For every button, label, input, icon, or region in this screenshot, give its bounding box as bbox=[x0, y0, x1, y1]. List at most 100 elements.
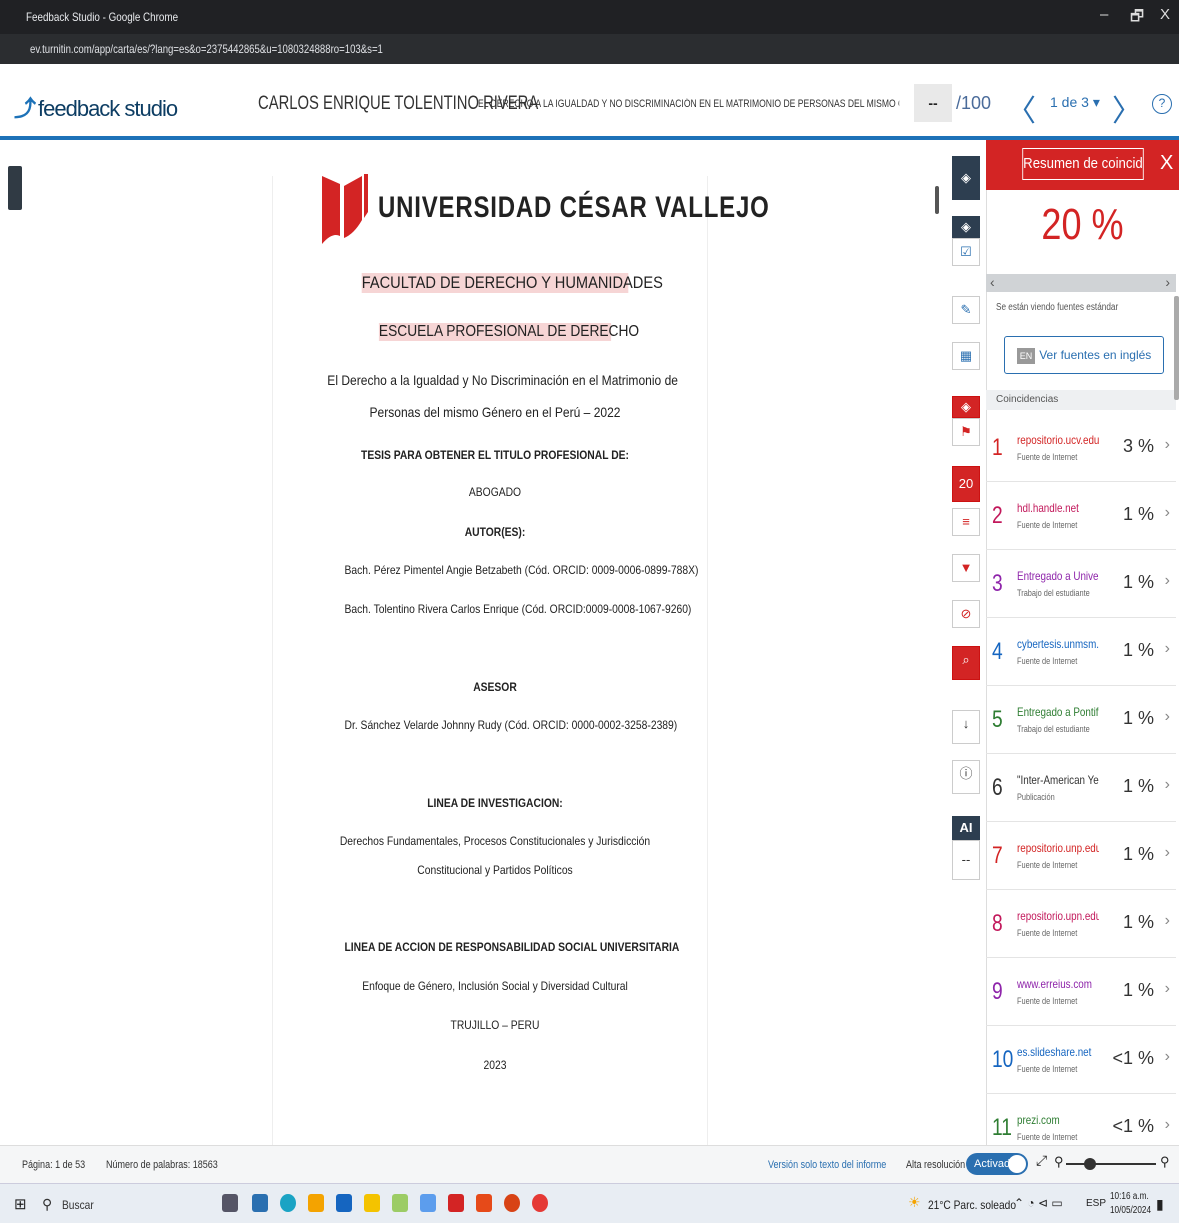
taskbar-search-icon[interactable]: ⚲ bbox=[42, 1196, 52, 1213]
chevron-right-icon[interactable]: › bbox=[1165, 708, 1170, 726]
chevron-right-icon[interactable]: › bbox=[1165, 274, 1170, 290]
english-sources-button[interactable]: EN Ver fuentes en inglés bbox=[1004, 336, 1164, 374]
layers-icon[interactable]: ◈ bbox=[952, 156, 980, 200]
match-source-name[interactable]: "Inter-American Yearbo... bbox=[1017, 773, 1099, 787]
info-icon[interactable]: ⓘ bbox=[952, 760, 980, 794]
powerpoint-icon[interactable] bbox=[504, 1194, 520, 1212]
chevron-left-icon[interactable]: ‹ bbox=[990, 274, 995, 290]
chevron-right-icon[interactable]: › bbox=[1165, 776, 1170, 794]
windows-start-icon[interactable]: ⊞ bbox=[14, 1195, 27, 1213]
minimize-button[interactable]: – bbox=[1100, 6, 1108, 23]
sort-icon[interactable]: ≡ bbox=[952, 508, 980, 536]
match-source-name[interactable]: Entregado a Pontificia ... bbox=[1017, 705, 1099, 719]
match-count-badge[interactable]: 20 bbox=[952, 466, 980, 502]
filter-icon[interactable]: ▼ bbox=[952, 554, 980, 582]
high-resolution-toggle[interactable]: Activado bbox=[966, 1153, 1028, 1175]
language-indicator[interactable]: ESP bbox=[1086, 1198, 1106, 1209]
mail-icon[interactable] bbox=[336, 1194, 352, 1212]
match-source-name[interactable]: cybertesis.unmsm.edu... bbox=[1017, 637, 1099, 651]
zoom-slider[interactable] bbox=[1066, 1158, 1156, 1170]
app-icon[interactable] bbox=[392, 1194, 408, 1212]
match-source-type: Trabajo del estudiante bbox=[1017, 724, 1090, 734]
match-source-name[interactable]: prezi.com bbox=[1017, 1113, 1099, 1127]
match-row[interactable]: 7 repositorio.unp.edu.pe Fuente de Interne… bbox=[986, 822, 1176, 890]
paper-pager-dropdown[interactable]: 1 de 3 ▾ bbox=[1050, 94, 1100, 111]
notifications-icon[interactable]: ▮ bbox=[1156, 1196, 1164, 1213]
chevron-right-icon[interactable]: › bbox=[1165, 980, 1170, 998]
match-source-name[interactable]: Entregado a Universida... bbox=[1017, 569, 1099, 583]
file-explorer-icon[interactable] bbox=[364, 1194, 380, 1212]
address-bar[interactable]: ev.turnitin.com/app/carta/es/?lang=es&o=… bbox=[0, 34, 1179, 64]
chevron-right-icon[interactable]: › bbox=[1165, 844, 1170, 862]
match-source-name[interactable]: repositorio.upn.edu.pe bbox=[1017, 909, 1099, 923]
app-icon[interactable] bbox=[308, 1194, 324, 1212]
doc-advisor: Dr. Sánchez Velarde Johnny Rudy (Cód. OR… bbox=[344, 718, 678, 732]
edit-icon[interactable]: ✎ bbox=[952, 296, 980, 324]
match-row[interactable]: 9 www.erreius.com Fuente de Internet 1 % › bbox=[986, 958, 1176, 1026]
match-row[interactable]: 2 hdl.handle.net Fuente de Internet 1 % › bbox=[986, 482, 1176, 550]
side-drawer-handle[interactable] bbox=[8, 166, 22, 210]
document-scrollbar[interactable] bbox=[935, 186, 939, 214]
text-only-report-link[interactable]: Versión solo texto del informe bbox=[768, 1159, 886, 1171]
close-window-button[interactable]: X bbox=[1160, 6, 1170, 23]
flag-icon[interactable]: ⚑ bbox=[952, 418, 980, 446]
task-view-icon[interactable] bbox=[222, 1194, 238, 1212]
clock-time[interactable]: 10:16 a.m. bbox=[1110, 1191, 1149, 1202]
match-row[interactable]: 4 cybertesis.unmsm.edu... Fuente de Intern… bbox=[986, 618, 1176, 686]
match-number: 2 bbox=[992, 502, 1003, 529]
chevron-right-icon[interactable]: › bbox=[1165, 1116, 1170, 1134]
zoom-out-icon[interactable]: ⚲ bbox=[1054, 1154, 1064, 1170]
document-page bbox=[272, 176, 708, 1146]
chrome-icon[interactable] bbox=[532, 1194, 548, 1212]
chevron-right-icon[interactable]: › bbox=[1165, 572, 1170, 590]
grid-icon[interactable]: ▦ bbox=[952, 342, 980, 370]
match-row[interactable]: 8 repositorio.upn.edu.pe Fuente de Interne… bbox=[986, 890, 1176, 958]
match-row[interactable]: 10 es.slideshare.net Fuente de Internet <1 … bbox=[986, 1026, 1176, 1094]
match-number: 10 bbox=[992, 1046, 1014, 1073]
next-paper-button[interactable]: 〉 bbox=[1112, 86, 1142, 130]
match-row[interactable]: 6 "Inter-American Yearbo... Publicación 1 %… bbox=[986, 754, 1176, 822]
pdf-icon[interactable] bbox=[448, 1194, 464, 1212]
panel-close-icon[interactable]: X bbox=[1160, 152, 1173, 175]
match-row[interactable]: 5 Entregado a Pontificia ... Trabajo del e… bbox=[986, 686, 1176, 754]
similarity-layer-icon[interactable]: ◈ bbox=[952, 396, 980, 418]
prev-paper-button[interactable]: 〈 bbox=[1006, 86, 1036, 130]
match-source-name[interactable]: hdl.handle.net bbox=[1017, 501, 1099, 515]
fullscreen-icon[interactable]: ⤢ bbox=[1036, 1152, 1047, 1169]
help-icon[interactable]: ? bbox=[1152, 94, 1172, 114]
app-icon[interactable] bbox=[476, 1194, 492, 1212]
restore-button[interactable]: 🗗 bbox=[1130, 6, 1144, 31]
search-report-icon[interactable]: ⌕ bbox=[952, 646, 980, 680]
grade-input[interactable]: -- bbox=[914, 84, 952, 122]
standard-sources-note: Se están viendo fuentes estándar bbox=[996, 302, 1119, 313]
checkmark-icon[interactable]: ☑ bbox=[952, 238, 980, 266]
url-text[interactable]: ev.turnitin.com/app/carta/es/?lang=es&o=… bbox=[30, 42, 383, 56]
match-source-name[interactable]: repositorio.ucv.edu.pe bbox=[1017, 433, 1099, 447]
chevron-right-icon[interactable]: › bbox=[1165, 436, 1170, 454]
chevron-right-icon[interactable]: › bbox=[1165, 504, 1170, 522]
edge-icon[interactable] bbox=[280, 1194, 296, 1212]
doc-degree: ABOGADO bbox=[468, 485, 522, 499]
weather-text[interactable]: 21°C Parc. soleado bbox=[928, 1198, 1016, 1212]
grading-layer-icon[interactable]: ◈ bbox=[952, 216, 980, 238]
app-icon[interactable] bbox=[252, 1194, 268, 1212]
taskbar-search-box[interactable]: Buscar bbox=[62, 1198, 94, 1212]
match-row[interactable]: 3 Entregado a Universida... Trabajo del es… bbox=[986, 550, 1176, 618]
brand-logo[interactable]: ⤴ feedback studio bbox=[14, 91, 178, 123]
chevron-right-icon[interactable]: › bbox=[1165, 912, 1170, 930]
exclude-icon[interactable]: ⊘ bbox=[952, 600, 980, 628]
match-row[interactable]: 1 repositorio.ucv.edu.pe Fuente de Interne… bbox=[986, 414, 1176, 482]
tray-icons[interactable]: ⌃ ◔ ⊲ ▭ bbox=[1014, 1196, 1063, 1210]
panel-scrollbar[interactable] bbox=[1174, 296, 1179, 400]
download-icon[interactable]: ↓ bbox=[952, 710, 980, 744]
clock-date[interactable]: 10/05/2024 bbox=[1110, 1205, 1151, 1216]
match-source-name[interactable]: es.slideshare.net bbox=[1017, 1045, 1099, 1059]
ai-writing-icon[interactable]: AI bbox=[952, 816, 980, 840]
chevron-right-icon[interactable]: › bbox=[1165, 640, 1170, 658]
doc-title-line1: El Derecho a la Igualdad y No Discrimina… bbox=[327, 372, 678, 388]
match-source-name[interactable]: repositorio.unp.edu.pe bbox=[1017, 841, 1099, 855]
zoom-in-icon[interactable]: ⚲ bbox=[1160, 1154, 1170, 1170]
match-source-name[interactable]: www.erreius.com bbox=[1017, 977, 1099, 991]
chevron-right-icon[interactable]: › bbox=[1165, 1048, 1170, 1066]
app-icon[interactable] bbox=[420, 1194, 436, 1212]
